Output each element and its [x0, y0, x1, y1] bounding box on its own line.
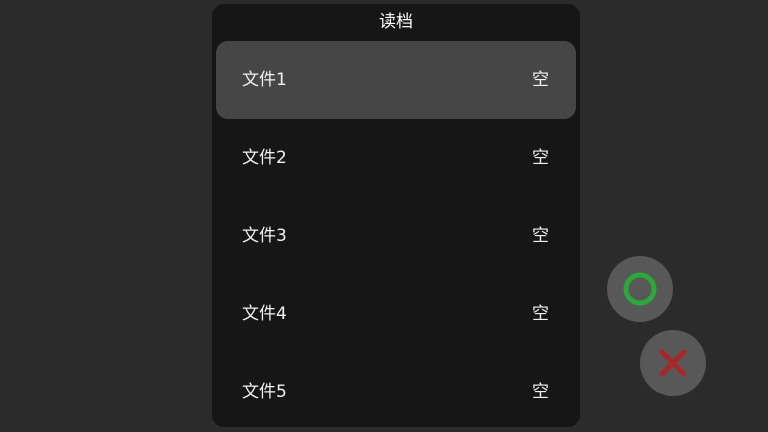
slot-name: 文件2: [242, 148, 287, 168]
circle-icon: [623, 272, 657, 306]
slot-name: 文件3: [242, 226, 287, 246]
save-slot-3[interactable]: 文件3 空: [216, 197, 576, 275]
save-slot-2[interactable]: 文件2 空: [216, 119, 576, 197]
save-slot-4[interactable]: 文件4 空: [216, 275, 576, 353]
confirm-button[interactable]: [607, 256, 673, 322]
slot-status: 空: [532, 226, 549, 246]
save-slot-list: 文件1 空 文件2 空 文件3 空 文件4 空 文件5 空: [216, 41, 576, 427]
slot-status: 空: [532, 304, 549, 324]
load-dialog: 读档 文件1 空 文件2 空 文件3 空 文件4 空 文件5 空: [212, 4, 580, 427]
slot-status: 空: [532, 382, 549, 402]
slot-name: 文件5: [242, 382, 287, 402]
save-slot-1[interactable]: 文件1 空: [216, 41, 576, 119]
dialog-title: 读档: [379, 12, 413, 32]
slot-status: 空: [532, 148, 549, 168]
save-slot-5[interactable]: 文件5 空: [216, 353, 576, 427]
slot-status: 空: [532, 70, 549, 90]
slot-name: 文件4: [242, 304, 287, 324]
load-game-screen: 读档 文件1 空 文件2 空 文件3 空 文件4 空 文件5 空: [0, 0, 768, 432]
slot-name: 文件1: [242, 70, 287, 90]
cancel-button[interactable]: [640, 330, 706, 396]
cross-icon: [659, 349, 687, 377]
